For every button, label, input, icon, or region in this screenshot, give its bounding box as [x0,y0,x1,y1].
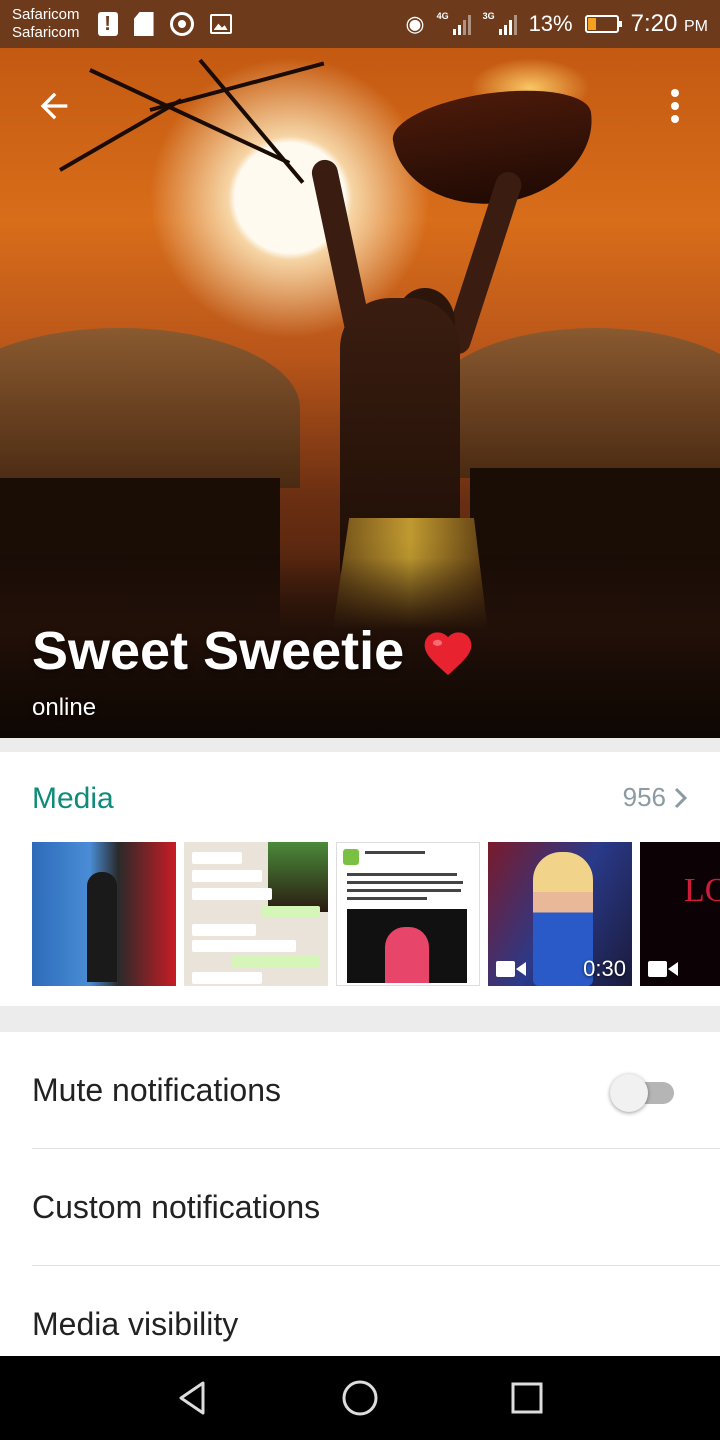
media-section: Media 956 0:30 LO [0,752,720,1006]
chevron-right-icon [674,787,688,808]
circle-home-icon [342,1380,378,1416]
battery-icon [584,15,622,33]
status-bar: Safaricom Safaricom ◉ 4G 3G 13% 7:20 PM [0,0,720,48]
contact-name: Sweet Sweetie [32,620,476,682]
media-thumbnail-video[interactable]: 0:30 [488,842,632,986]
triangle-back-icon [179,1381,205,1415]
mute-notifications-label: Mute notifications [32,1072,282,1108]
signal-3g-icon: 3G [483,11,517,35]
profile-photo[interactable]: Sweet Sweetie online [0,48,720,738]
nav-recents-button[interactable] [502,1373,552,1423]
heart-emoji-icon [420,625,476,677]
media-title: Media [32,782,114,815]
mute-notifications-row[interactable]: Mute notifications [0,1032,720,1149]
video-camera-icon [496,961,526,977]
section-divider [0,1006,720,1032]
custom-notifications-label: Custom notifications [32,1189,321,1225]
arrow-left-icon [40,92,68,120]
section-divider [0,738,720,752]
video-duration: 0:30 [583,956,626,981]
media-visibility-label: Media visibility [32,1306,239,1342]
media-thumbnails: 0:30 LOV [32,842,720,986]
signal-4g-icon: 4G [437,11,471,35]
settings-list: Mute notifications Custom notifications … [0,1032,720,1383]
media-thumbnail[interactable] [32,842,176,986]
more-vertical-icon [671,89,679,97]
media-thumbnail-video[interactable]: LOV [640,842,720,986]
mute-notifications-toggle[interactable] [610,1072,676,1112]
alert-icon [97,12,118,36]
carrier-1: Safaricom [12,6,80,23]
system-navigation-bar [0,1356,720,1440]
sd-card-icon [133,12,154,36]
image-notification-icon [209,14,232,34]
more-options-button[interactable] [660,86,690,126]
media-count: 956 [622,782,666,812]
location-icon [169,12,194,36]
contact-status: online [32,694,97,721]
battery-percent: 13% [528,11,573,36]
nav-back-button[interactable] [168,1373,218,1423]
video-camera-icon [648,961,678,977]
carrier-2: Safaricom [12,24,80,41]
custom-notifications-row[interactable]: Custom notifications [0,1149,720,1266]
media-thumbnail[interactable] [184,842,328,986]
media-see-all-button[interactable]: 956 [623,782,688,813]
clock: 7:20 PM [630,10,708,37]
nav-home-button[interactable] [335,1373,385,1423]
carrier-labels: Safaricom Safaricom [12,6,80,42]
eye-comfort-icon: ◉ [405,11,425,36]
square-recents-icon [511,1382,543,1414]
back-button[interactable] [34,86,74,126]
media-thumbnail[interactable] [336,842,480,986]
